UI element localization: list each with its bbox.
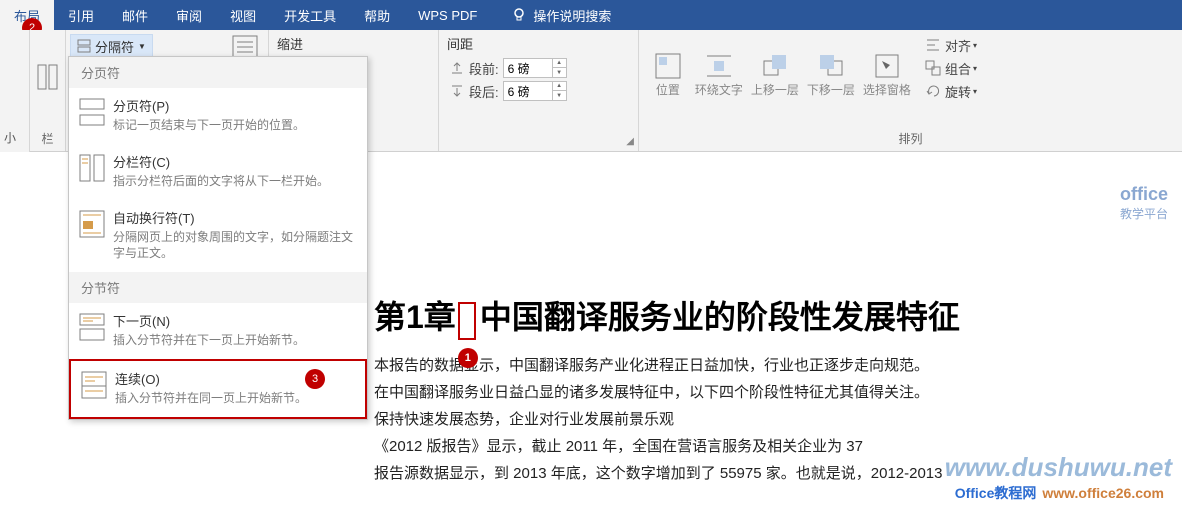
group-button[interactable]: 组合▾ xyxy=(921,57,981,79)
chevron-down-icon: ▼ xyxy=(138,42,146,51)
document-page: 第1章 1 中国翻译服务业的阶段性发展特征 本报告的数据显示，中国翻译服务产业化… xyxy=(374,172,1182,487)
watermark-office: office 教学平台 xyxy=(1120,184,1168,222)
cursor-marker: 1 xyxy=(458,302,476,340)
spacing-after-spinner[interactable]: ▲▼ xyxy=(503,81,567,101)
spacing-before-spinner[interactable]: ▲▼ xyxy=(503,58,567,78)
tab-review[interactable]: 审阅 xyxy=(162,0,216,30)
watermark-dushuwu: www.dushuwu.net xyxy=(945,452,1172,483)
doc-para-3: 保持快速发展态势，企业对行业发展前景乐观 xyxy=(374,406,1132,433)
forward-icon xyxy=(760,51,790,81)
title-part-b: 中国翻译服务业的阶段性发展特征 xyxy=(480,292,960,338)
rotate-icon xyxy=(925,83,941,99)
column-break-icon xyxy=(77,152,107,184)
columns-group: 栏 xyxy=(30,30,66,151)
watermark-office26: Office教程网www.office26.com xyxy=(955,483,1164,503)
spacing-after-value[interactable] xyxy=(504,84,552,98)
columns-icon[interactable] xyxy=(37,64,59,90)
align-icon xyxy=(925,37,941,53)
arrange-group: 位置 环绕文字 上移一层 下移一层 选择窗格 对齐▾ xyxy=(639,30,1182,151)
tab-layout[interactable]: 布局 2 xyxy=(0,0,54,30)
document-area[interactable]: office 教学平台 第1章 1 中国翻译服务业的阶段性发展特征 本报告的数据… xyxy=(374,172,1182,521)
send-backward-button[interactable]: 下移一层 xyxy=(803,34,859,114)
backward-icon xyxy=(816,51,846,81)
left-small-label: 小 xyxy=(4,129,16,146)
lightbulb-icon xyxy=(511,7,527,23)
position-button[interactable]: 位置 xyxy=(645,34,691,114)
menu-item-text-wrap-break[interactable]: 自动换行符(T) 分隔网页上的对象周围的文字，如分隔题注文字与正文。 xyxy=(69,200,367,273)
next-page-icon xyxy=(77,311,107,343)
spacing-after-icon xyxy=(449,84,465,98)
spacing-before-label: 段前: xyxy=(469,59,499,78)
selection-pane-button[interactable]: 选择窗格 xyxy=(859,34,915,114)
menu-cat-page-breaks: 分页符 xyxy=(69,57,367,88)
wrap-icon xyxy=(704,51,734,81)
columns-label: 栏 xyxy=(30,128,65,151)
spacing-header: 间距 xyxy=(439,30,638,57)
doc-para-1: 本报告的数据显示，中国翻译服务产业化进程正日益加快，行业也正逐步走向规范。 xyxy=(374,352,1132,379)
spacing-after-label: 段后: xyxy=(469,82,499,101)
spacing-before-value[interactable] xyxy=(504,61,552,75)
menu-item-continuous[interactable]: 连续(O) 插入分节符并在同一页上开始新节。 3 xyxy=(69,359,367,419)
menu-item-next-page[interactable]: 下一页(N) 插入分节符并在下一页上开始新节。 xyxy=(69,303,367,359)
annotation-1: 1 xyxy=(458,348,478,368)
tab-view[interactable]: 视图 xyxy=(216,0,270,30)
menu-item-page-break[interactable]: 分页符(P) 标记一页结束与下一页开始的位置。 xyxy=(69,88,367,144)
wrap-break-icon xyxy=(77,208,107,240)
tell-me-search[interactable]: 操作说明搜索 xyxy=(511,0,611,30)
tab-references[interactable]: 引用 xyxy=(54,0,108,30)
menu-item-column-break[interactable]: 分栏符(C) 指示分栏符后面的文字将从下一栏开始。 xyxy=(69,144,367,200)
arrange-group-label: 排列 xyxy=(639,128,1182,151)
annotation-3: 3 xyxy=(305,369,325,389)
spacing-group: 间距 段前: ▲▼ 段后: ▲▼ ◢ xyxy=(439,30,639,151)
rotate-button[interactable]: 旋转▾ xyxy=(921,80,981,102)
dialog-launcher-icon[interactable]: ◢ xyxy=(626,136,634,147)
indent-header: 缩进 xyxy=(269,30,438,57)
breaks-button[interactable]: 分隔符 ▼ xyxy=(70,34,153,58)
tab-help[interactable]: 帮助 xyxy=(350,0,404,30)
menu-cat-section-breaks: 分节符 xyxy=(69,272,367,303)
position-icon xyxy=(653,51,683,81)
selection-icon xyxy=(872,51,902,81)
wrap-button[interactable]: 环绕文字 xyxy=(691,34,747,114)
breaks-icon xyxy=(77,39,91,53)
doc-para-2: 在中国翻译服务业日益凸显的诸多发展特征中，以下四个阶段性特征尤其值得关注。 xyxy=(374,379,1132,406)
tab-mailings[interactable]: 邮件 xyxy=(108,0,162,30)
left-truncated-group: 小 xyxy=(0,30,30,152)
page-break-icon xyxy=(77,96,107,128)
bring-forward-button[interactable]: 上移一层 xyxy=(747,34,803,114)
breaks-menu: 分页符 分页符(P) 标记一页结束与下一页开始的位置。 分栏符(C) 指示分栏符… xyxy=(68,56,368,420)
doc-heading: 第1章 1 中国翻译服务业的阶段性发展特征 xyxy=(374,292,1132,338)
continuous-icon xyxy=(79,369,109,401)
ribbon-tabs: 布局 2 引用 邮件 审阅 视图 开发工具 帮助 WPS PDF 操作说明搜索 xyxy=(0,0,1182,30)
title-part-a: 第1章 xyxy=(374,292,456,338)
align-button[interactable]: 对齐▾ xyxy=(921,34,981,56)
tab-wpspdf[interactable]: WPS PDF xyxy=(404,0,491,30)
group-icon xyxy=(925,60,941,76)
tab-devtools[interactable]: 开发工具 xyxy=(270,0,350,30)
spacing-before-icon xyxy=(449,61,465,75)
